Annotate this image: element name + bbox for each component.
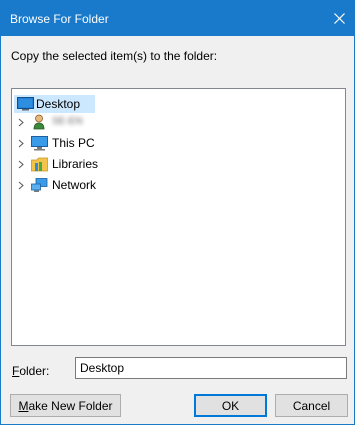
chevron-right-icon[interactable] bbox=[16, 155, 26, 173]
tree-item-label: This PC bbox=[52, 136, 95, 150]
tree-item-libraries[interactable]: Libraries bbox=[12, 155, 212, 173]
tree-item-label: SE-EN bbox=[52, 116, 83, 127]
desktop-icon bbox=[16, 96, 34, 112]
tree-item-label: Network bbox=[52, 178, 97, 192]
browse-for-folder-dialog: Browse For Folder Copy the selected item… bbox=[0, 0, 355, 425]
tree-item-this-pc[interactable]: This PC bbox=[12, 134, 212, 152]
user-icon bbox=[30, 114, 48, 130]
tree-item-user[interactable]: SE-EN bbox=[12, 113, 212, 131]
tree-item-desktop[interactable]: Desktop bbox=[14, 95, 95, 113]
new-folder-label-rest: ake New Folder bbox=[28, 398, 113, 413]
tree-item-network[interactable]: Network bbox=[12, 176, 212, 194]
folder-label: Folder: bbox=[12, 364, 49, 378]
chevron-right-icon[interactable] bbox=[16, 134, 26, 152]
tree-item-label: Libraries bbox=[52, 157, 99, 171]
chevron-right-icon[interactable] bbox=[16, 176, 26, 194]
make-new-folder-button[interactable]: Make New Folder bbox=[10, 394, 121, 417]
dialog-title: Browse For Folder bbox=[10, 12, 109, 26]
cancel-button[interactable]: Cancel bbox=[275, 394, 348, 417]
network-icon bbox=[30, 177, 48, 193]
close-icon bbox=[333, 13, 345, 24]
computer-icon bbox=[30, 135, 48, 151]
new-folder-mnemonic: M bbox=[18, 398, 29, 413]
folder-tree[interactable]: Desktop SE-EN This PC Libraries Network bbox=[11, 88, 346, 346]
chevron-right-icon[interactable] bbox=[16, 113, 26, 131]
dialog-prompt: Copy the selected item(s) to the folder: bbox=[11, 49, 218, 63]
tree-item-label: Desktop bbox=[36, 97, 81, 111]
title-bar[interactable]: Browse For Folder bbox=[1, 1, 354, 36]
folder-name-input[interactable] bbox=[75, 357, 347, 379]
ok-button[interactable]: OK bbox=[194, 394, 267, 417]
libraries-icon bbox=[30, 156, 48, 172]
close-button[interactable] bbox=[324, 1, 354, 36]
folder-label-rest: older: bbox=[19, 364, 50, 378]
